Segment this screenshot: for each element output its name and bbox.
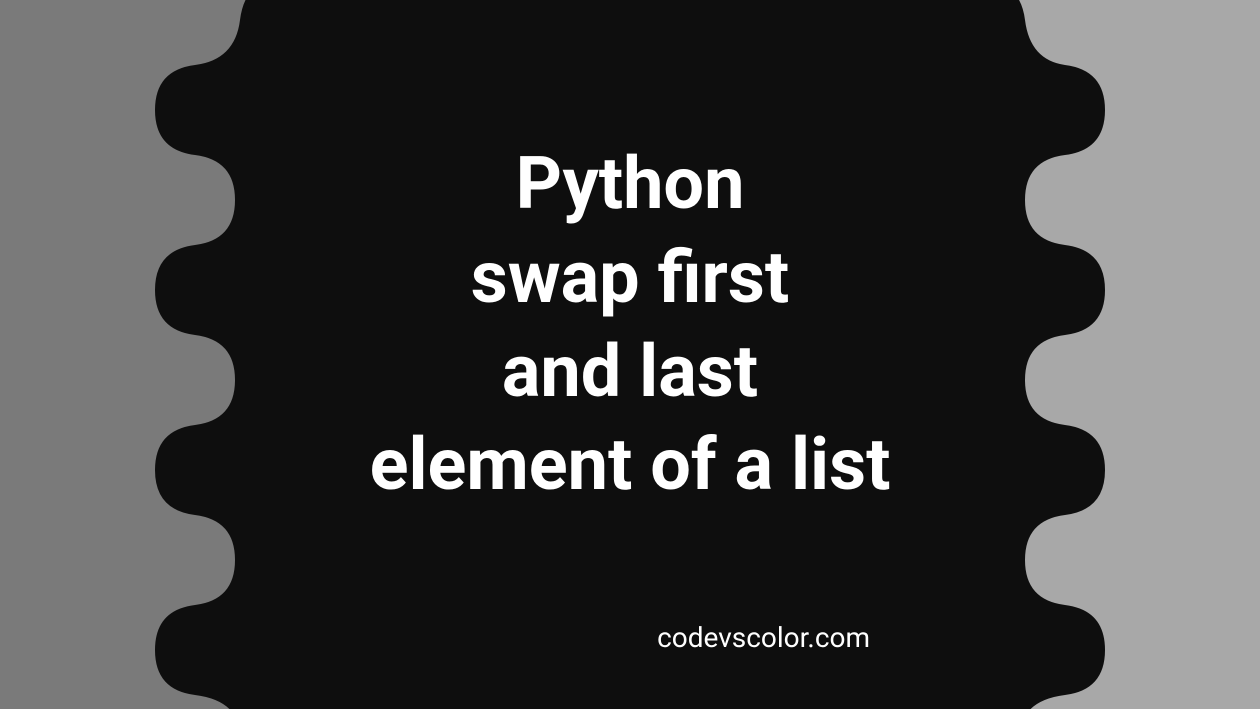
title-line-4: element of a list [370, 418, 891, 512]
blob-shape: Python swap first and last element of a … [100, 0, 1160, 709]
watermark-text: codevscolor.com [657, 621, 870, 654]
title-line-1: Python [370, 137, 891, 231]
title-line-3: and last [370, 325, 891, 419]
blob-container: Python swap first and last element of a … [0, 0, 1260, 709]
content-area: Python swap first and last element of a … [100, 0, 1160, 709]
title-line-2: swap first [370, 231, 891, 325]
main-title: Python swap first and last element of a … [370, 137, 891, 511]
